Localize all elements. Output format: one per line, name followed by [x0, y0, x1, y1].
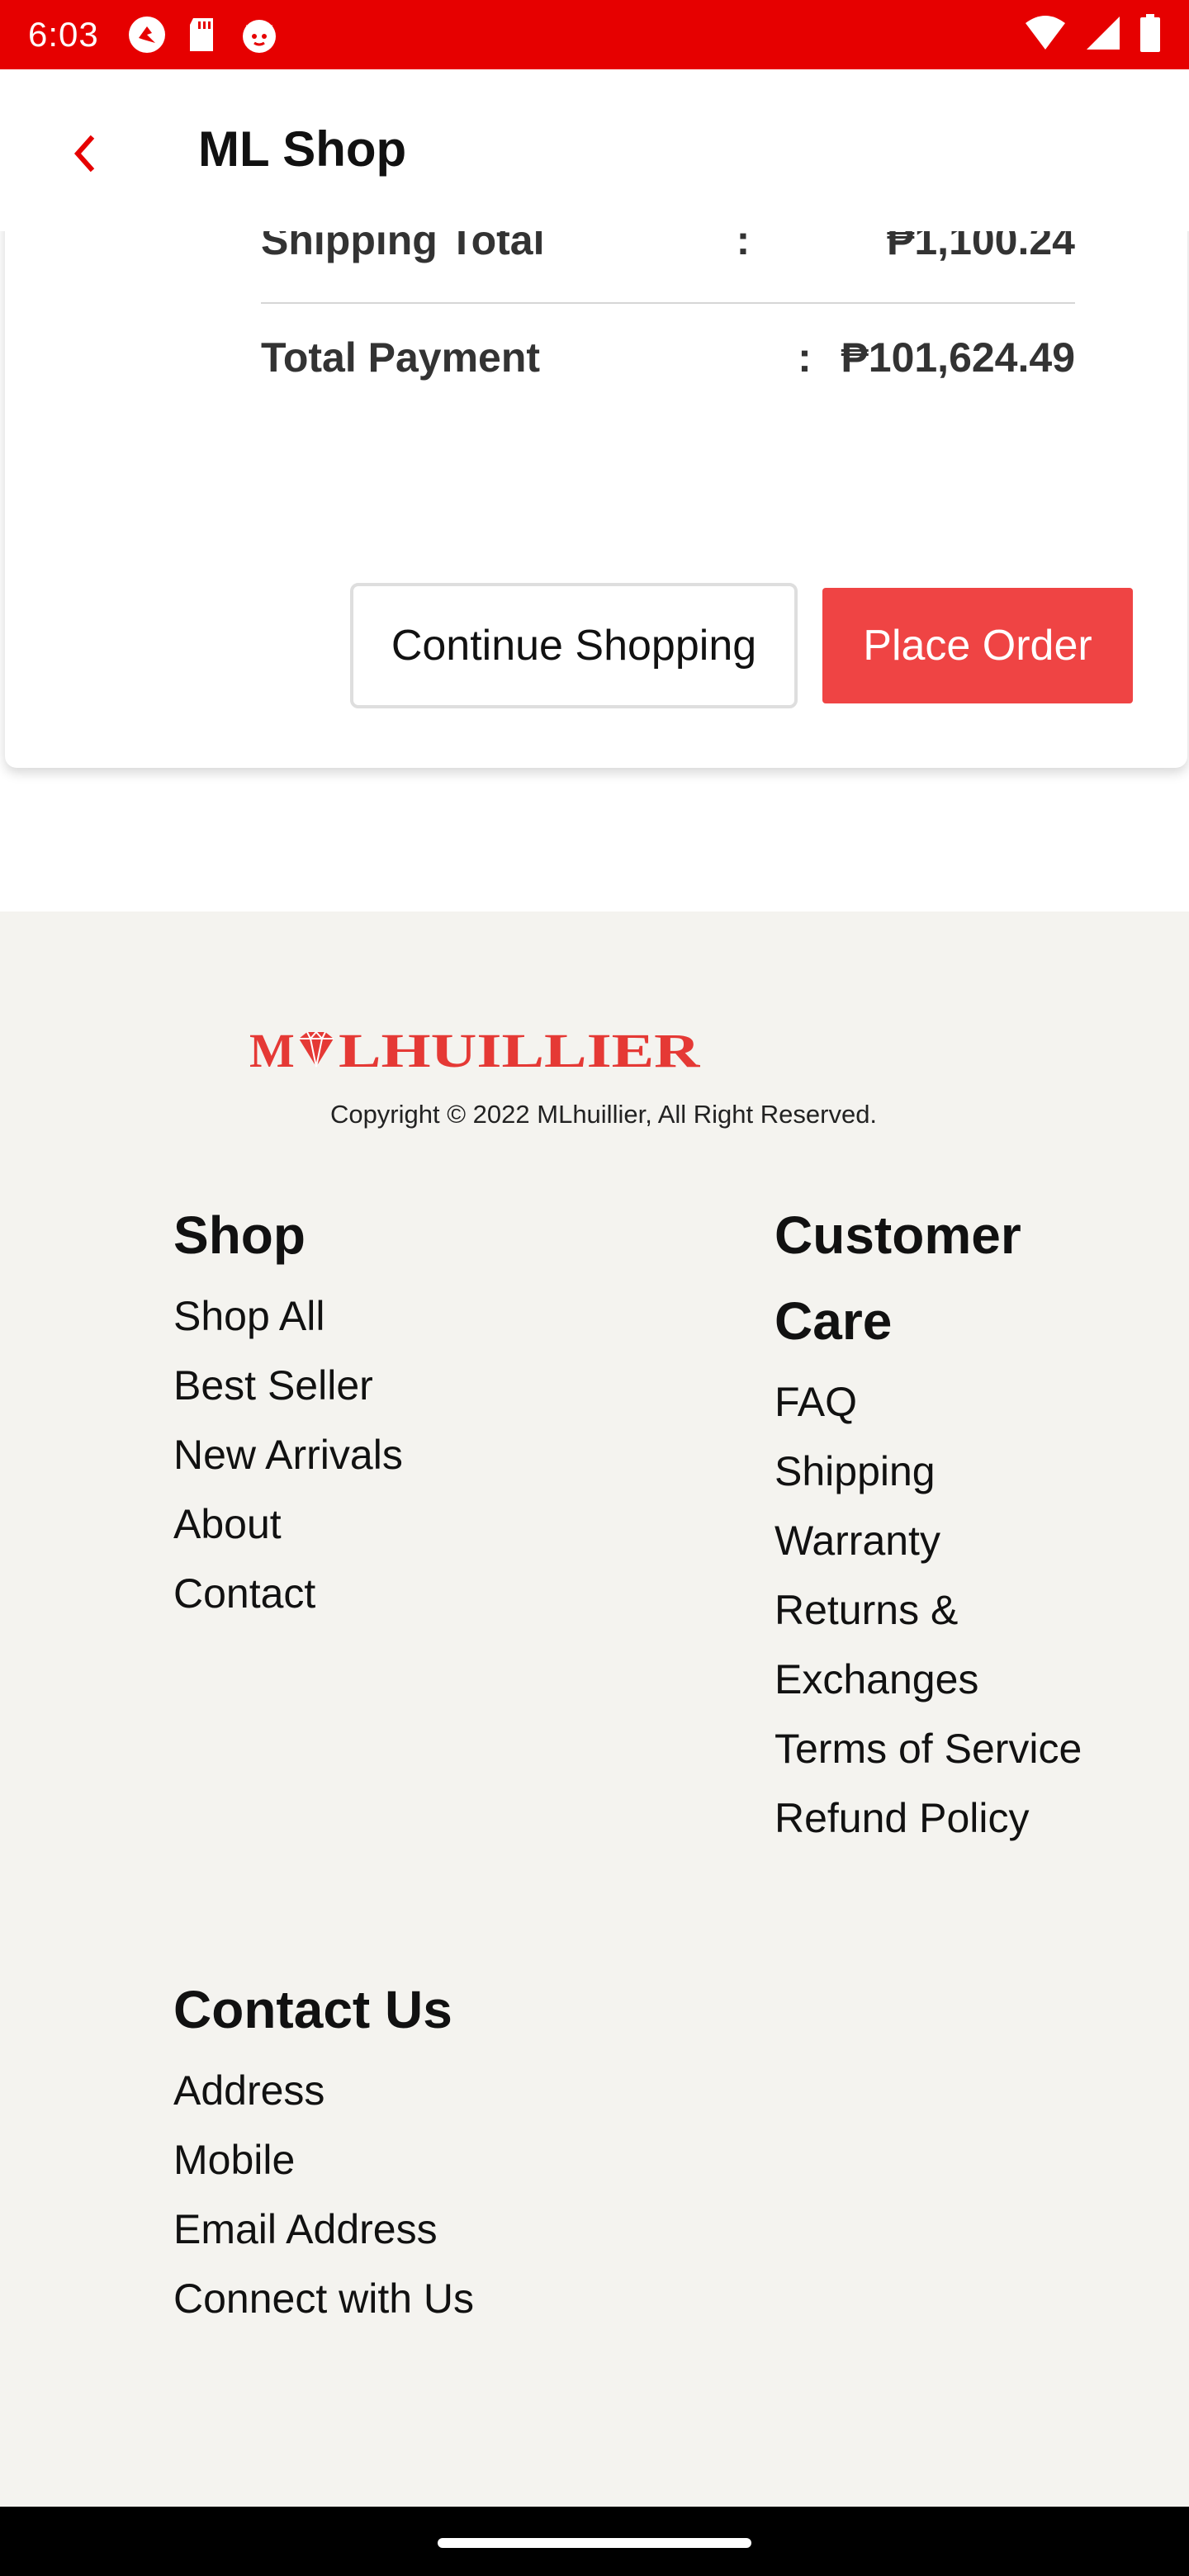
sd-card-icon [187, 15, 220, 54]
status-time: 6:03 [28, 15, 99, 54]
contact-link-address[interactable]: Address [173, 2056, 474, 2125]
back-arrow-icon [73, 135, 95, 173]
mlhuillier-logo: M LHUILLIER [249, 1025, 700, 1075]
continue-shopping-button[interactable]: Continue Shopping [350, 583, 798, 708]
contact-us-heading: Contact Us [173, 1980, 452, 2039]
total-payment-row: Total Payment : ₱101,624.49 [261, 334, 1075, 381]
cat-app-icon [239, 15, 279, 54]
shop-link-shop-all[interactable]: Shop All [173, 1281, 403, 1351]
care-link-refund-policy[interactable]: Refund Policy [775, 1783, 1154, 1853]
svg-text:LHUILLIER: LHUILLIER [339, 1025, 700, 1075]
home-indicator[interactable] [438, 2538, 751, 2548]
status-bar: 6:03 [0, 0, 1189, 69]
total-payment-colon: : [798, 334, 812, 381]
care-link-faq[interactable]: FAQ [775, 1367, 1154, 1437]
place-order-button[interactable]: Place Order [822, 588, 1133, 703]
contact-link-mobile[interactable]: Mobile [173, 2125, 474, 2195]
shop-links: Shop All Best Seller New Arrivals About … [173, 1281, 403, 1628]
total-payment-value: ₱101,624.49 [841, 334, 1075, 381]
battery-icon [1139, 13, 1161, 56]
app-title: ML Shop [198, 121, 407, 177]
customer-care-heading: Customer Care [775, 1205, 1021, 1351]
status-notification-icons [127, 15, 279, 54]
summary-divider [261, 302, 1075, 304]
care-link-returns-exchanges[interactable]: Returns & Exchanges [775, 1575, 1022, 1714]
signal-icon [1085, 15, 1121, 55]
system-nav-bar [0, 2507, 1189, 2576]
shop-link-contact[interactable]: Contact [173, 1559, 403, 1628]
contact-link-connect-with-us[interactable]: Connect with Us [173, 2264, 474, 2333]
footer: M LHUILLIER Copyright © 2022 MLhuillier,… [0, 912, 1189, 2507]
shop-link-new-arrivals[interactable]: New Arrivals [173, 1420, 403, 1489]
contact-link-email-address[interactable]: Email Address [173, 2195, 474, 2264]
shop-link-best-seller[interactable]: Best Seller [173, 1351, 403, 1420]
shop-heading: Shop [173, 1205, 306, 1265]
shop-link-about[interactable]: About [173, 1489, 403, 1559]
care-link-warranty[interactable]: Warranty [775, 1506, 1154, 1575]
status-system-icons [1024, 0, 1161, 69]
copyright-text: Copyright © 2022 MLhuillier, All Right R… [329, 1100, 878, 1129]
contact-us-links: Address Mobile Email Address Connect wit… [173, 2056, 474, 2333]
notification-app-icon [127, 15, 167, 54]
app-bar: ML Shop [0, 69, 1189, 231]
order-summary-card: Shipping Total : ₱1,100.24 Total Payment… [5, 165, 1187, 768]
wifi-icon [1024, 15, 1067, 55]
screen: 6:03 ML Shop Shipping Total: ₱1,100.24 … [0, 0, 1189, 2576]
care-link-terms-of-service[interactable]: Terms of Service [775, 1714, 1154, 1783]
care-link-shipping[interactable]: Shipping [775, 1437, 1154, 1506]
total-payment-label: Total Payment [261, 334, 541, 381]
customer-care-links: FAQ Shipping Warranty Returns & Exchange… [775, 1367, 1154, 1853]
back-button[interactable] [45, 114, 124, 193]
svg-text:M: M [249, 1025, 295, 1075]
